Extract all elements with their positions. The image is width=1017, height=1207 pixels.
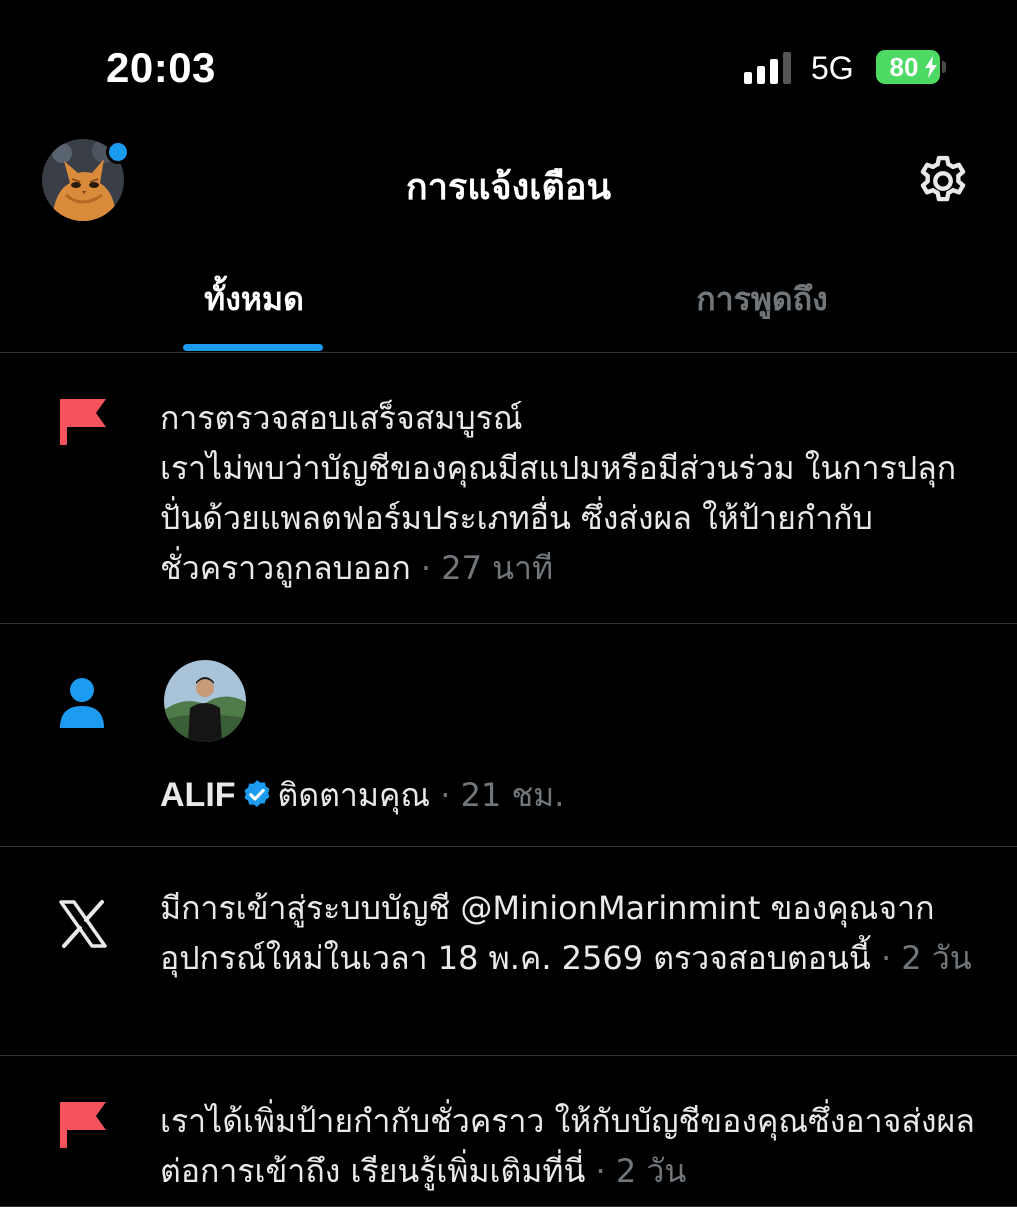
notification-time: · 2 วัน <box>595 1152 687 1190</box>
flag-icon <box>60 1102 106 1148</box>
gear-icon <box>920 155 966 202</box>
charging-bolt-icon <box>925 56 937 78</box>
x-logo-icon <box>59 900 107 948</box>
notification-time: · 21 ชม. <box>440 776 565 814</box>
notification-item[interactable]: เราได้เพิ่มป้ายกำกับชั่วคราว ให้กับบัญชี… <box>0 1056 1017 1207</box>
tab-all-label: ทั้งหมด <box>204 280 304 318</box>
notification-title: การตรวจสอบเสร็จสมบูรณ์ <box>160 399 523 437</box>
notification-time: · 27 นาที <box>420 549 554 587</box>
follower-photo <box>164 660 246 742</box>
notification-text: การตรวจสอบเสร็จสมบูรณ์ เราไม่พบว่าบัญชีข… <box>160 393 977 593</box>
page-title: การแจ้งเตือน <box>405 167 612 208</box>
app-header: การแจ้งเตือน <box>0 130 1017 230</box>
signal-strength-icon <box>744 52 791 84</box>
follow-action: ติดตามคุณ <box>277 776 431 814</box>
notification-item[interactable]: ALIF ติดตามคุณ · 21 ชม. <box>0 624 1017 847</box>
network-type: 5G <box>811 50 854 86</box>
tab-all[interactable]: ทั้งหมด <box>0 240 508 352</box>
person-icon <box>60 678 104 728</box>
notification-feed: การตรวจสอบเสร็จสมบูรณ์ เราไม่พบว่าบัญชีข… <box>0 353 1017 1207</box>
notification-message: เราไม่พบว่าบัญชีของคุณมีสแปมหรือมีส่วนร่… <box>160 449 957 587</box>
settings-button[interactable] <box>910 148 976 214</box>
notification-text: ALIF ติดตามคุณ · 21 ชม. <box>160 770 977 820</box>
notification-message: เราได้เพิ่มป้ายกำกับชั่วคราว ให้กับบัญชี… <box>160 1102 975 1190</box>
flag-icon <box>60 399 106 445</box>
follower-name[interactable]: ALIF <box>160 776 236 814</box>
notification-message: มีการเข้าสู่ระบบบัญชี @MinionMarinmint ข… <box>160 889 935 977</box>
tab-mentions[interactable]: การพูดถึง <box>508 240 1016 352</box>
notification-item[interactable]: มีการเข้าสู่ระบบบัญชี @MinionMarinmint ข… <box>0 847 1017 1056</box>
follower-avatar[interactable] <box>164 660 246 742</box>
status-time: 20:03 <box>106 44 216 91</box>
notification-tabs: ทั้งหมด การพูดถึง <box>0 240 1017 353</box>
battery-level: 80 <box>889 51 919 82</box>
battery-icon: 80 <box>876 50 940 84</box>
verified-badge-icon <box>244 780 270 808</box>
notification-time: · 2 วัน <box>880 939 972 977</box>
tab-mentions-label: การพูดถึง <box>696 280 828 318</box>
status-bar: 20:03 5G 80 <box>0 0 1017 130</box>
notification-item[interactable]: การตรวจสอบเสร็จสมบูรณ์ เราไม่พบว่าบัญชีข… <box>0 353 1017 624</box>
notification-text: มีการเข้าสู่ระบบบัญชี @MinionMarinmint ข… <box>160 883 977 983</box>
battery-nub <box>942 61 946 73</box>
notification-text: เราได้เพิ่มป้ายกำกับชั่วคราว ให้กับบัญชี… <box>160 1096 977 1196</box>
active-tab-indicator <box>183 344 323 351</box>
